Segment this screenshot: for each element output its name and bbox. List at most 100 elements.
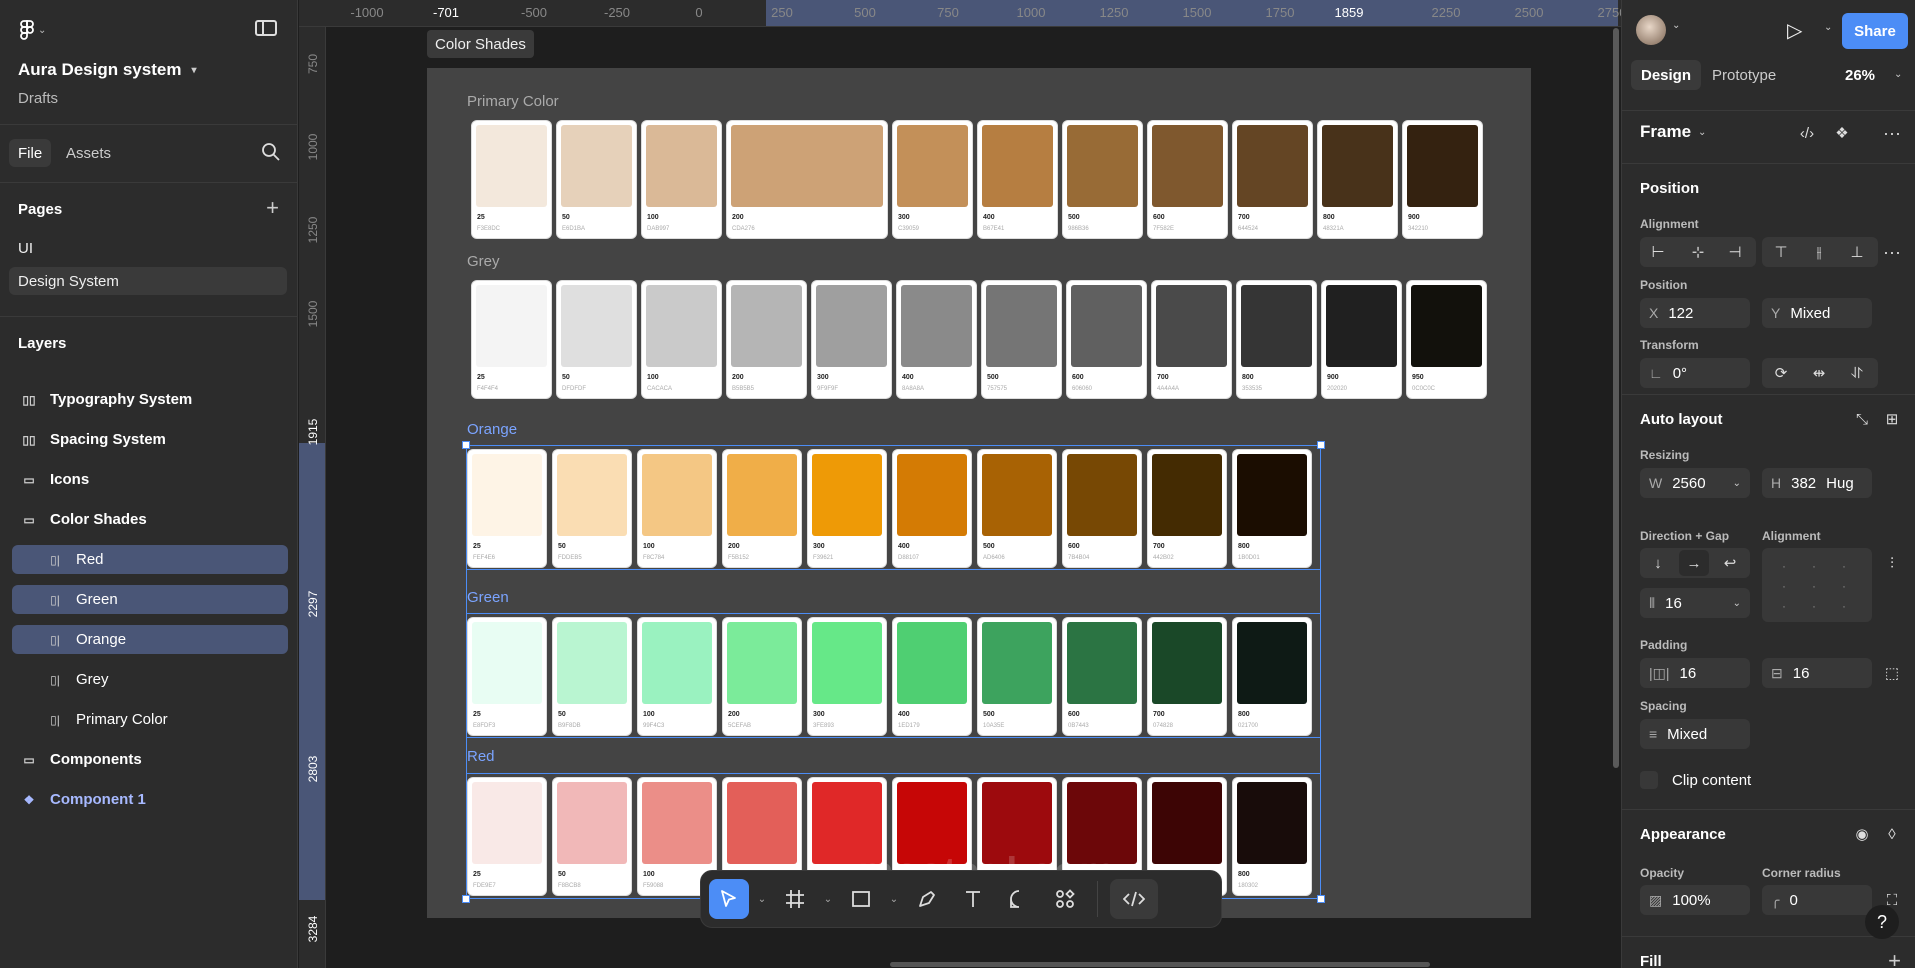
horizontal-scrollbar[interactable] (890, 962, 1430, 967)
gap-field[interactable]: ⦀ 16 ⌄ (1640, 588, 1750, 618)
chevron-down-icon[interactable]: ⌄ (1672, 20, 1680, 31)
move-tool-button[interactable] (709, 879, 749, 919)
layer-item[interactable]: ▯| Primary Color (12, 705, 288, 734)
corner-radius-field[interactable]: ╭ 0 (1762, 885, 1872, 915)
add-page-icon[interactable]: + (266, 197, 279, 219)
rotate-90-icon[interactable]: ⟳ (1766, 358, 1796, 388)
comment-tool-button[interactable] (999, 879, 1039, 919)
clip-content-checkbox[interactable] (1640, 771, 1658, 789)
horizontal-padding-field[interactable]: |◫| 16 (1640, 658, 1750, 688)
tab-file[interactable]: File (9, 139, 52, 167)
frame-type-dropdown[interactable]: Frame (1640, 122, 1691, 142)
flip-vertical-icon[interactable]: ⥯ (1842, 358, 1872, 388)
share-button[interactable]: Share (1842, 13, 1908, 49)
color-shades-frame[interactable]: Primary Color 25 F3E8DC 50 E6D1BA 100 DAB997 20… (427, 68, 1531, 918)
color-swatch-card[interactable]: 800 353535 (1237, 281, 1316, 398)
chevron-down-icon[interactable]: ⌄ (1824, 22, 1832, 33)
settings-sliders-icon[interactable]: ⫶ (1877, 548, 1907, 578)
x-position-field[interactable]: X 122 (1640, 298, 1750, 328)
wrap-icon[interactable]: ↩ (1715, 548, 1745, 578)
tab-assets[interactable]: Assets (57, 139, 120, 167)
canvas[interactable]: Color Shades Primary Color 25 F3E8DC 50 E6D1… (327, 28, 1621, 968)
color-swatch-card[interactable]: 300 9F9F9F (812, 281, 891, 398)
layer-item[interactable]: ▭ Components (12, 745, 288, 774)
individual-padding-icon[interactable]: ⬚ (1877, 658, 1907, 688)
page-item-ui[interactable]: UI (9, 234, 287, 262)
project-name[interactable]: Drafts (18, 90, 58, 107)
code-icon[interactable]: ‹/› (1792, 118, 1822, 148)
align-right-icon[interactable]: ⊣ (1720, 237, 1750, 267)
align-bottom-icon[interactable]: ⊥ (1842, 237, 1872, 267)
arrow-right-icon[interactable]: → (1679, 550, 1709, 576)
help-button[interactable]: ? (1865, 905, 1899, 939)
y-position-field[interactable]: Y Mixed (1762, 298, 1872, 328)
layer-item[interactable]: ▯▯ Spacing System (12, 425, 288, 454)
text-tool-button[interactable] (953, 879, 993, 919)
resize-handle[interactable] (1317, 441, 1325, 449)
actions-button[interactable] (1045, 879, 1085, 919)
file-name-button[interactable]: Aura Design system ▾ (18, 60, 196, 80)
shape-tool-button[interactable] (841, 879, 881, 919)
color-swatch-card[interactable]: 25 F3E8DC (472, 121, 551, 238)
more-icon[interactable]: ··· (1877, 118, 1907, 148)
component-icon[interactable]: ❖ (1827, 118, 1857, 148)
layer-item[interactable]: ❖ Component 1 (12, 785, 288, 814)
color-swatch-card[interactable]: 700 644524 (1233, 121, 1312, 238)
layout-grid-icon[interactable]: ⊞ (1877, 404, 1907, 434)
frame-name-label[interactable]: Color Shades (427, 30, 534, 58)
zoom-level[interactable]: 26% (1845, 67, 1875, 84)
layer-item[interactable]: ▭ Color Shades (12, 505, 288, 534)
more-icon[interactable]: ··· (1877, 237, 1907, 267)
width-field[interactable]: W 2560 ⌄ (1640, 468, 1750, 498)
group-title[interactable]: Primary Color (467, 93, 559, 110)
layer-item[interactable]: ▯| Orange (12, 625, 288, 654)
chevron-down-icon[interactable]: ⌄ (821, 879, 835, 919)
color-swatch-card[interactable]: 100 CACACA (642, 281, 721, 398)
rotation-field[interactable]: ∟ 0° (1640, 358, 1750, 388)
eye-icon[interactable]: ◉ (1847, 819, 1877, 849)
color-swatch-card[interactable]: 400 8A8A8A (897, 281, 976, 398)
vertical-scrollbar[interactable] (1613, 28, 1619, 768)
height-field[interactable]: H 382 Hug (1762, 468, 1872, 498)
add-fill-icon[interactable]: + (1888, 950, 1901, 968)
color-swatch-card[interactable]: 900 202020 (1322, 281, 1401, 398)
dev-mode-button[interactable] (1110, 879, 1158, 919)
collapse-icon[interactable]: ⤡ (1847, 404, 1877, 434)
layer-item[interactable]: ▯| Green (12, 585, 288, 614)
color-swatch-card[interactable]: 900 342210 (1403, 121, 1482, 238)
avatar[interactable] (1636, 15, 1666, 45)
resize-handle[interactable] (462, 895, 470, 903)
vertical-padding-field[interactable]: ⊟ 16 (1762, 658, 1872, 688)
align-left-icon[interactable]: ⊢ (1643, 237, 1673, 267)
main-menu-button[interactable]: ⌄ (20, 20, 46, 40)
opacity-field[interactable]: ▨ 100% (1640, 885, 1750, 915)
color-swatch-card[interactable]: 300 C39059 (893, 121, 972, 238)
flip-horizontal-icon[interactable]: ⇹ (1804, 358, 1834, 388)
pen-tool-button[interactable] (907, 879, 947, 919)
color-swatch-card[interactable]: 600 7F582E (1148, 121, 1227, 238)
spacing-field[interactable]: ≡ Mixed (1640, 719, 1750, 749)
color-swatch-card[interactable]: 800 48321A (1318, 121, 1397, 238)
color-swatch-card[interactable]: 200 B5B5B5 (727, 281, 806, 398)
layer-item[interactable]: ▯| Red (12, 545, 288, 574)
page-item-design-system[interactable]: Design System (9, 267, 287, 295)
group-title[interactable]: Orange (467, 421, 517, 438)
color-swatch-card[interactable]: 700 4A4A4A (1152, 281, 1231, 398)
color-swatch-card[interactable]: 100 DAB997 (642, 121, 721, 238)
frame-tool-button[interactable] (775, 879, 815, 919)
sidebar-toggle-icon[interactable] (255, 20, 277, 36)
tab-prototype[interactable]: Prototype (1702, 60, 1786, 90)
chevron-down-icon[interactable]: ⌄ (755, 879, 769, 919)
align-top-icon[interactable]: ⊤ (1766, 237, 1796, 267)
align-center-vertical-icon[interactable]: ⫲ (1804, 237, 1834, 267)
search-icon[interactable] (261, 142, 281, 162)
alignment-grid[interactable]: ··· ··· ··· (1762, 548, 1872, 622)
chevron-down-icon[interactable]: ⌄ (1698, 127, 1706, 138)
color-swatch-card[interactable]: 50 E6D1BA (557, 121, 636, 238)
blend-mode-icon[interactable]: ◊ (1877, 819, 1907, 849)
present-play-icon[interactable]: ▷ (1787, 18, 1802, 43)
layer-item[interactable]: ▯| Grey (12, 665, 288, 694)
layer-item[interactable]: ▯▯ Typography System (12, 385, 288, 414)
color-swatch-card[interactable]: 950 0C0C0C (1407, 281, 1486, 398)
align-center-horizontal-icon[interactable]: ⊹ (1683, 237, 1713, 267)
